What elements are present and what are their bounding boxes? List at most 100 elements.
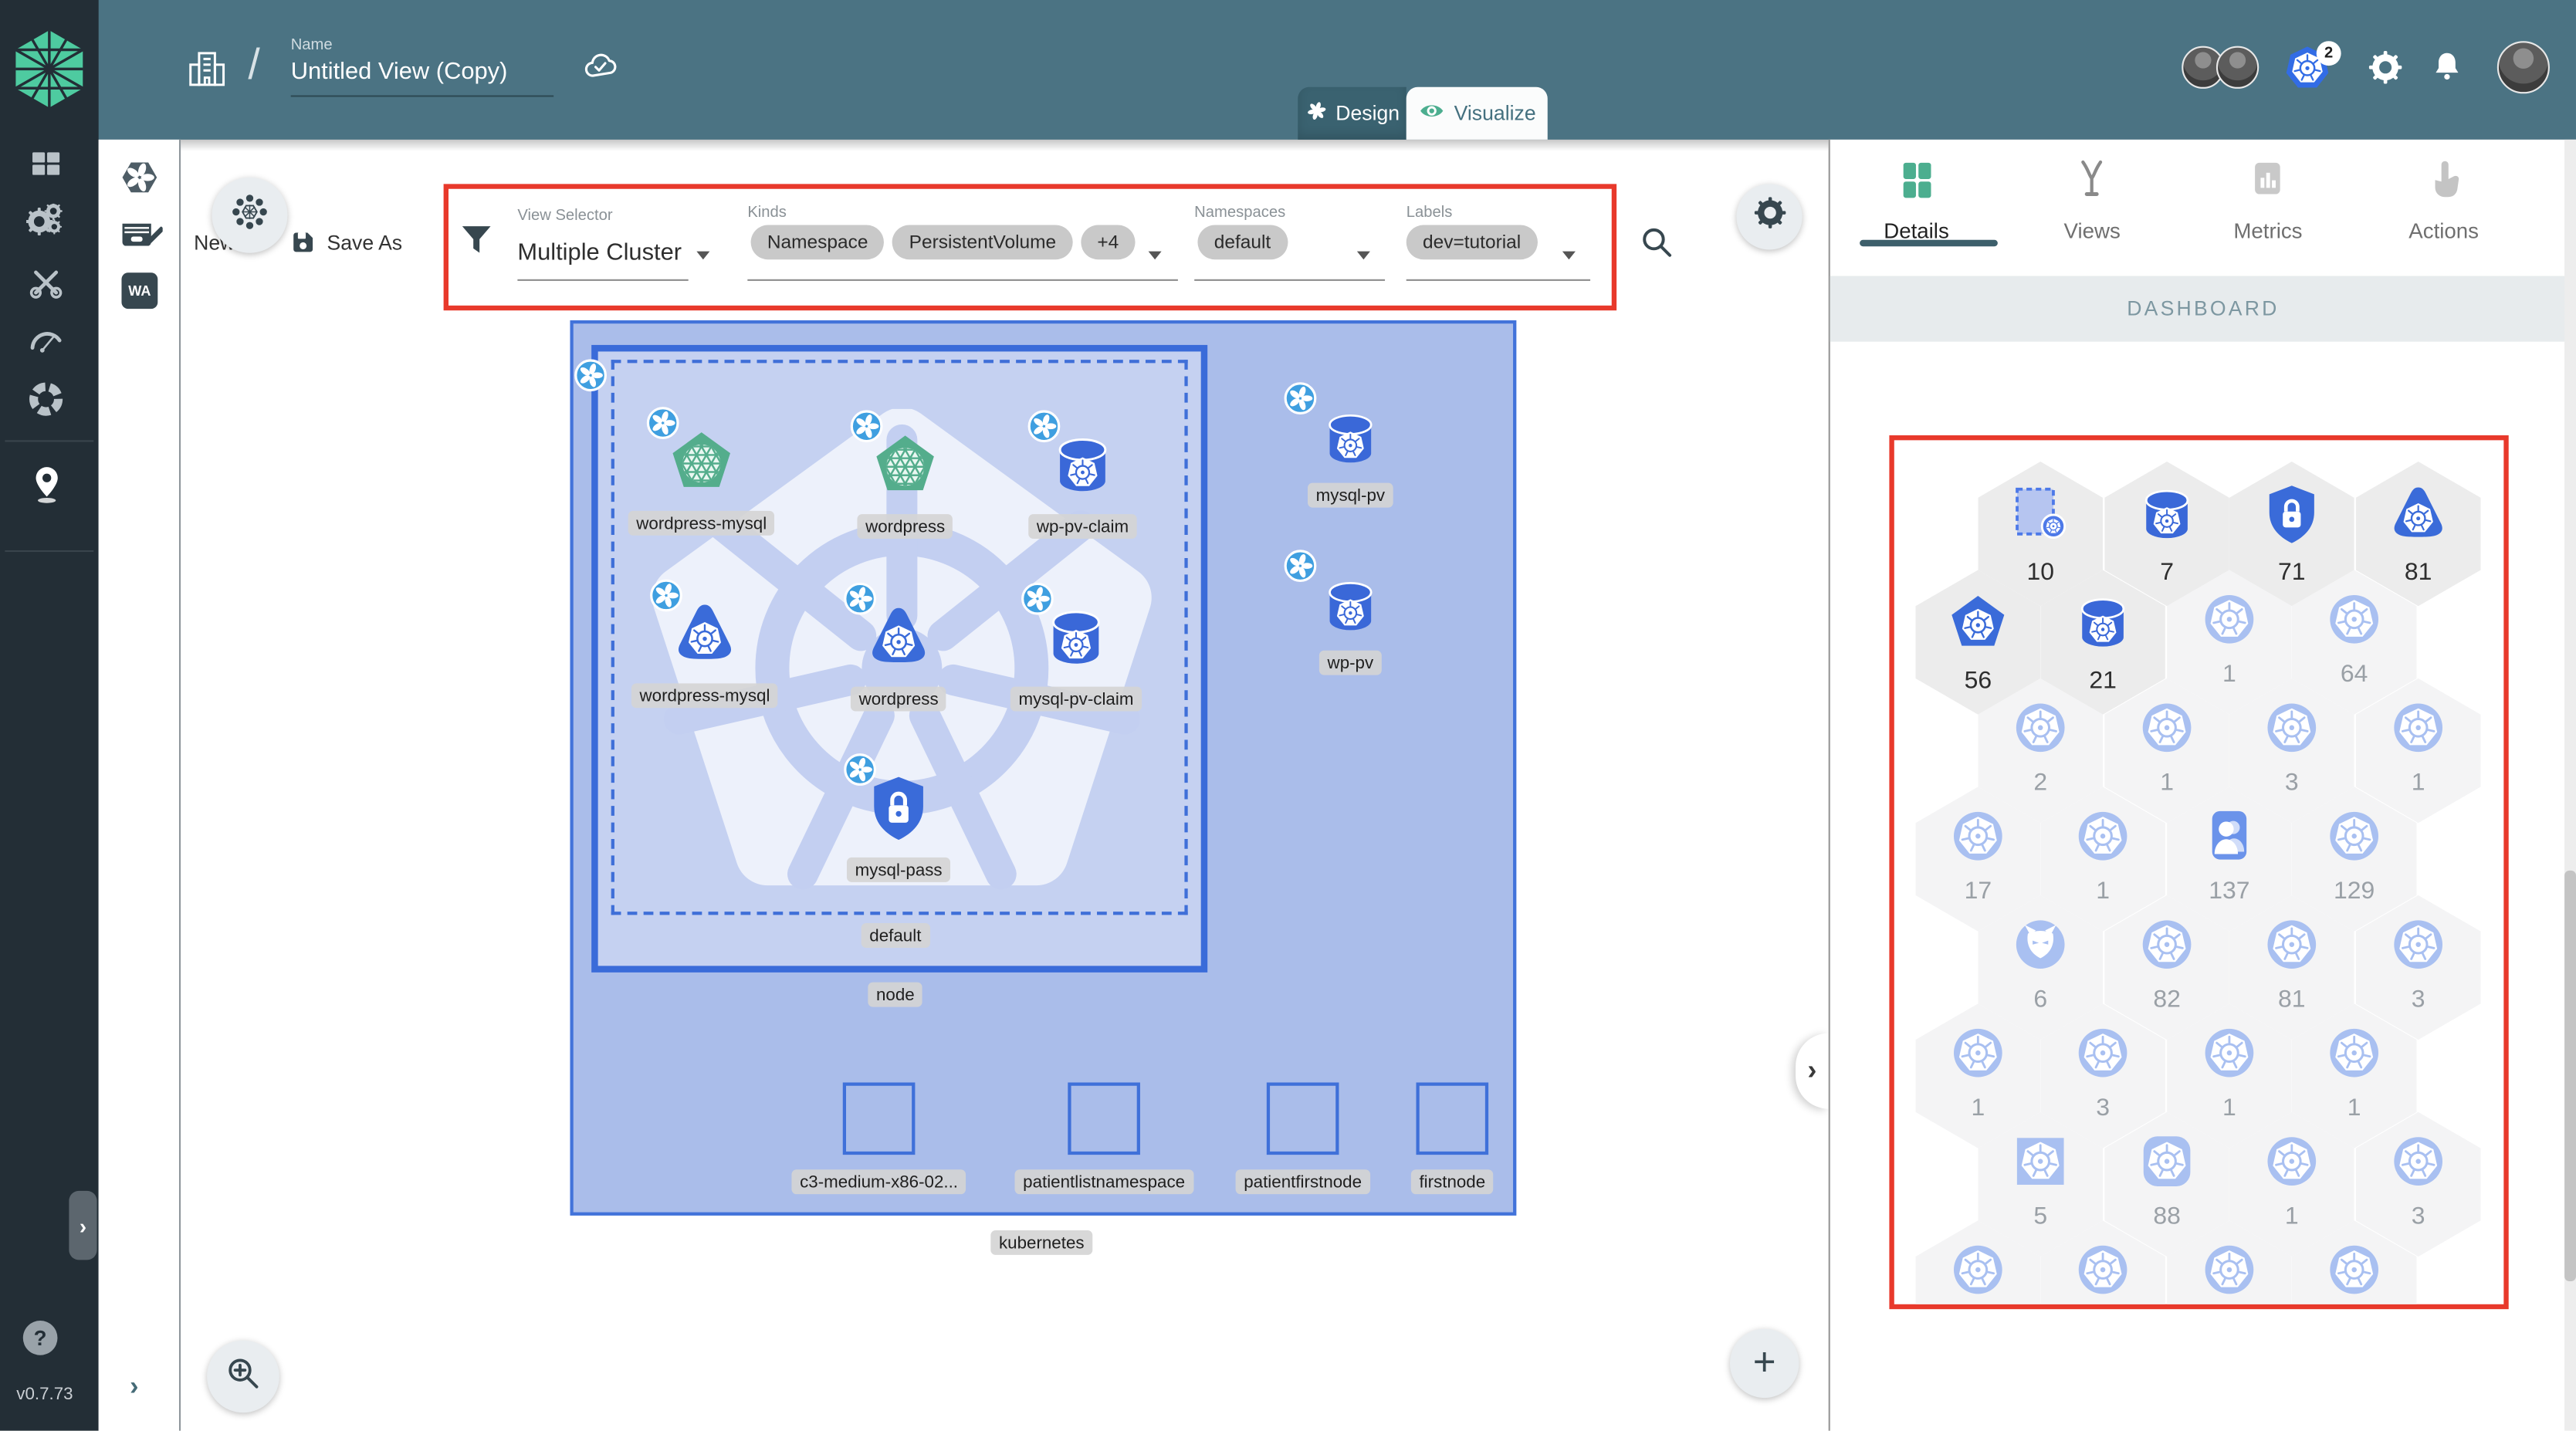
version-text: v0.7.73 [16, 1385, 73, 1405]
kinds-label: Kinds [747, 203, 787, 222]
k8sRounded-icon [2136, 1130, 2199, 1201]
user-avatar[interactable] [2496, 41, 2550, 94]
name-field-label: Name [290, 36, 333, 55]
node-square[interactable] [1068, 1082, 1140, 1155]
tab-visualize[interactable]: Visualize [1406, 86, 1548, 140]
tab-views[interactable]: Views [2004, 140, 2180, 246]
settings-icon[interactable] [2368, 49, 2404, 93]
sidebar-item-meshmap[interactable] [26, 463, 67, 513]
zoom-in-icon [223, 1353, 262, 1401]
k8s-icon [1947, 805, 2009, 876]
tab-actions[interactable]: Actions [2356, 140, 2532, 246]
volume-mysql-pv[interactable] [1316, 404, 1385, 482]
add-node-button[interactable]: + [1729, 1328, 1799, 1399]
k8s-icon [2323, 1239, 2385, 1304]
connection-badge-icon [642, 402, 683, 452]
field-underline [1406, 279, 1591, 281]
save-as-button[interactable]: Save As [327, 232, 403, 255]
volume-wp-pv[interactable] [1316, 572, 1385, 649]
cylinder-icon [2132, 479, 2201, 556]
field-underline [1194, 279, 1386, 281]
filter-chip[interactable]: +4 [1081, 225, 1136, 260]
hex-count: 1 [2096, 877, 2110, 905]
hex-count: 56 [1964, 667, 1992, 695]
notifications-bell-icon[interactable] [2430, 49, 2465, 92]
hex-count: 81 [2404, 558, 2432, 587]
kinds-select[interactable]: Namespace PersistentVolume +4 [750, 225, 1144, 260]
k8s-icon [2323, 805, 2385, 876]
node-square[interactable] [1266, 1082, 1339, 1155]
zoom-in-button[interactable] [207, 1340, 279, 1413]
drawer-edit-icon[interactable] [117, 214, 164, 268]
chevron-down-icon[interactable] [1562, 251, 1576, 260]
view-selector-select[interactable]: Multiple Cluster [517, 240, 682, 266]
view-name-input[interactable] [290, 59, 554, 97]
node-square[interactable] [1416, 1082, 1489, 1155]
canvas-tool-strip [98, 139, 181, 1431]
node-label: patientlistnamespace [1014, 1169, 1193, 1195]
hex-count: 71 [2278, 558, 2306, 587]
filter-funnel-icon [457, 220, 496, 268]
k8s-icon [2136, 913, 2199, 984]
context-count-badge: 2 [2316, 41, 2341, 66]
sidebar-item-configuration[interactable] [28, 265, 64, 309]
sidebar-item-extensions[interactable] [26, 380, 66, 428]
filter-chip[interactable]: PersistentVolume [892, 225, 1073, 260]
visualize-eye-icon [1418, 97, 1446, 130]
hex-count: 1 [2284, 1202, 2299, 1231]
filter-chip[interactable]: dev=tutorial [1406, 225, 1538, 260]
node-square[interactable] [842, 1082, 916, 1155]
meshery-logo[interactable] [7, 26, 93, 120]
connection-badge-icon [840, 749, 881, 798]
connection-badge-icon [840, 578, 881, 628]
namespace-icon [2006, 479, 2075, 556]
labels-select[interactable]: dev=tutorial [1406, 225, 1545, 260]
filter-chip[interactable]: Namespace [750, 225, 885, 260]
tab-design[interactable]: Design [1298, 86, 1406, 140]
metrics-icon [2246, 157, 2289, 208]
meshery-spiral-icon[interactable] [120, 157, 159, 205]
node-label: firstnode [1410, 1169, 1494, 1195]
connection-badge-icon [1280, 377, 1321, 427]
volume-label: wp-pv [1318, 650, 1382, 675]
sidebar-expand-button[interactable]: › [69, 1190, 97, 1260]
hex-count: 1 [2411, 768, 2425, 797]
sidebar-item-performance[interactable] [26, 322, 66, 370]
strip-expand-chevron[interactable]: › [130, 1373, 138, 1402]
chevron-down-icon[interactable] [1356, 251, 1370, 260]
tab-details[interactable]: Details [1829, 140, 2005, 246]
snowflake-button[interactable] [212, 177, 288, 253]
workload-label: wp-pv-claim [1028, 514, 1137, 540]
node-label: patientfirstnode [1235, 1169, 1370, 1195]
k8s-icon [2199, 1022, 2261, 1093]
connection-badge-icon [1024, 406, 1065, 455]
view-selector-label: View Selector [517, 207, 613, 225]
help-button[interactable]: ? [22, 1321, 58, 1355]
collaborator-avatar[interactable] [2215, 46, 2260, 89]
sidebar-item-dashboard[interactable] [28, 148, 64, 192]
hex-count: 82 [2153, 985, 2181, 1014]
tab-metrics[interactable]: Metrics [2180, 140, 2356, 246]
chevron-down-icon[interactable] [1148, 251, 1162, 260]
k8s-icon [2072, 1022, 2134, 1093]
sidebar-divider [5, 440, 94, 442]
breadcrumb-slash: / [248, 39, 260, 89]
chevron-down-icon[interactable] [696, 251, 710, 260]
panel-scrollbar-thumb[interactable] [2564, 870, 2576, 1281]
search-icon[interactable] [1638, 223, 1676, 269]
wasm-filter-icon[interactable]: WA [121, 272, 158, 310]
canvas-settings-button[interactable] [1736, 184, 1803, 250]
dashboard-section-title: DASHBOARD [1830, 276, 2576, 342]
filter-chip[interactable]: default [1197, 225, 1288, 260]
sidebar-item-lifecycle[interactable] [25, 201, 66, 252]
panel-collapse-tab[interactable]: › [1796, 1033, 1829, 1109]
organization-icon[interactable] [184, 46, 230, 100]
namespaces-select[interactable]: default [1197, 225, 1295, 260]
hex-count: 5 [2033, 1202, 2048, 1231]
workload-label: mysql-pass [846, 857, 951, 882]
hex-count: 17 [1964, 877, 1992, 905]
k8s-icon [2009, 696, 2072, 767]
connection-badge-icon [1280, 546, 1321, 595]
hex-count: 129 [2334, 877, 2375, 905]
workload-label: wordpress [850, 686, 947, 712]
